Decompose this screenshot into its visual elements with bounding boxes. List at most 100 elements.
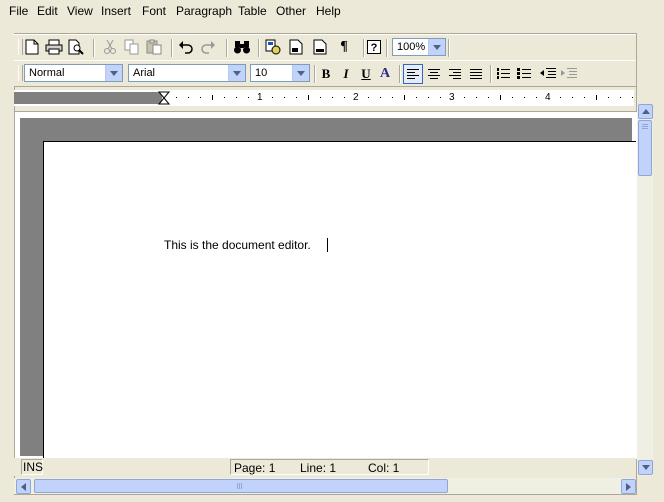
ruler-tick <box>428 97 429 98</box>
new-document-button[interactable] <box>22 37 42 57</box>
toolbar-separator <box>448 39 450 57</box>
chevron-down-icon[interactable] <box>228 65 245 81</box>
help-button[interactable]: ? <box>364 37 384 57</box>
font-color-label: A <box>379 66 391 81</box>
numbered-list-button[interactable] <box>493 64 513 84</box>
ruler-tick <box>620 97 621 98</box>
menu-insert[interactable]: Insert <box>101 4 131 18</box>
indent-marker-icon[interactable] <box>158 91 170 105</box>
copy-button[interactable] <box>122 37 142 57</box>
italic-button[interactable]: I <box>336 64 356 84</box>
zoom-select[interactable]: 100% <box>392 38 446 56</box>
scroll-left-button[interactable] <box>16 479 31 494</box>
ruler-tick <box>500 95 501 100</box>
ruler-tick <box>608 97 609 98</box>
print-preview-icon <box>68 39 84 55</box>
grip-lines-icon <box>642 124 648 129</box>
show-formatting-button[interactable]: ¶ <box>334 37 354 57</box>
scroll-up-button[interactable] <box>638 104 653 119</box>
ruler-tick <box>416 97 417 98</box>
increase-indent-button[interactable] <box>559 64 579 84</box>
ruler-tick <box>296 97 297 98</box>
menu-edit[interactable]: Edit <box>37 4 58 18</box>
ruler-tick <box>332 97 333 98</box>
scroll-right-button[interactable] <box>621 479 636 494</box>
document-page[interactable] <box>43 141 636 458</box>
redo-icon <box>201 41 215 54</box>
menu-help[interactable]: Help <box>316 4 341 18</box>
zoom-value: 100% <box>397 41 426 53</box>
paste-button[interactable] <box>144 37 164 57</box>
ruler-tick <box>584 97 585 98</box>
ruler-tick <box>464 97 465 98</box>
bulleted-list-button[interactable] <box>514 64 534 84</box>
print-preview-button[interactable] <box>66 37 86 57</box>
ruler-tick <box>188 97 189 98</box>
menu-font[interactable]: Font <box>142 4 166 18</box>
menu-paragraph[interactable]: Paragraph <box>176 4 232 18</box>
formatting-toolbar: Normal Arial 10 B I U A <box>14 60 636 87</box>
ruler-tick <box>200 97 201 98</box>
insert-object-button[interactable] <box>263 37 283 57</box>
ruler-number: 3 <box>449 92 455 103</box>
undo-button[interactable] <box>176 37 196 57</box>
print-button[interactable] <box>44 37 64 57</box>
chevron-right-icon <box>626 482 631 491</box>
align-center-button[interactable] <box>424 64 444 84</box>
chevron-down-icon[interactable] <box>292 65 309 81</box>
grip-lines-icon <box>237 483 242 489</box>
find-button[interactable] <box>232 37 252 57</box>
toolbar-separator <box>258 39 260 57</box>
chevron-down-icon[interactable] <box>428 39 445 55</box>
bulleted-list-icon <box>517 68 531 79</box>
page-label: Page: 1 <box>234 461 276 475</box>
cut-button[interactable] <box>100 37 120 57</box>
menu-table[interactable]: Table <box>238 4 267 18</box>
align-right-icon <box>449 68 461 79</box>
scroll-down-button[interactable] <box>638 460 653 475</box>
style-select[interactable]: Normal <box>24 64 123 82</box>
vertical-scroll-thumb[interactable] <box>638 120 652 176</box>
page-layout-icon <box>313 39 327 55</box>
copy-icon <box>124 39 139 55</box>
menu-view[interactable]: View <box>67 4 93 18</box>
menu-other[interactable]: Other <box>276 4 306 18</box>
menu-file[interactable]: File <box>9 4 28 18</box>
ruler-number: 2 <box>353 92 359 103</box>
ruler-tick <box>572 97 573 98</box>
ruler-tick <box>308 95 309 100</box>
toolbar-separator <box>93 39 95 57</box>
svg-text:?: ? <box>371 42 378 54</box>
font-size-select[interactable]: 10 <box>250 64 310 82</box>
ruler-tick <box>440 97 441 98</box>
page-layout-button[interactable] <box>310 37 330 57</box>
printer-icon <box>45 39 63 55</box>
align-right-button[interactable] <box>445 64 465 84</box>
column-label: Col: 1 <box>368 461 400 475</box>
align-center-icon <box>428 68 440 79</box>
horizontal-scroll-thumb[interactable] <box>34 479 448 493</box>
align-left-icon <box>407 68 419 79</box>
scissors-icon <box>104 39 116 54</box>
underline-button[interactable]: U <box>356 64 376 84</box>
ruler-tick <box>176 97 177 98</box>
font-color-button[interactable]: A <box>375 64 395 84</box>
scrollbar-corner <box>637 478 653 494</box>
redo-button[interactable] <box>198 37 218 57</box>
position-indicator: Page: 1 Line: 1 Col: 1 <box>230 459 429 475</box>
decrease-indent-icon <box>540 68 556 78</box>
align-left-button[interactable] <box>403 64 423 84</box>
page-setup-button[interactable] <box>286 37 306 57</box>
bold-button[interactable]: B <box>316 64 336 84</box>
numbered-list-icon <box>497 68 510 79</box>
decrease-indent-button[interactable] <box>538 64 558 84</box>
ruler-tick <box>320 97 321 98</box>
underline-label: U <box>361 66 371 81</box>
ruler-tick <box>224 97 225 98</box>
document-text[interactable]: This is the document editor. <box>164 238 311 252</box>
pilcrow-icon: ¶ <box>340 39 348 54</box>
toolbar-grip <box>18 65 23 81</box>
font-select[interactable]: Arial <box>128 64 246 82</box>
justify-button[interactable] <box>466 64 486 84</box>
chevron-down-icon[interactable] <box>105 65 122 81</box>
